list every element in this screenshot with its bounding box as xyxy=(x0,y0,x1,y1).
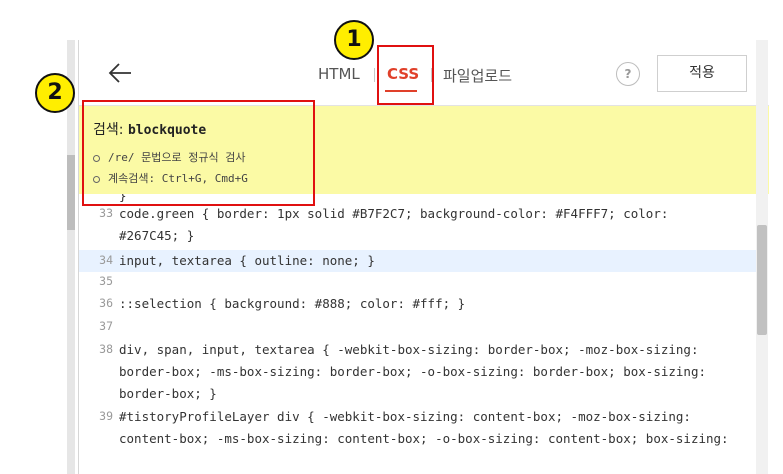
code-editor[interactable]: } 33 code.green { border: 1px solid #B7F… xyxy=(79,194,757,474)
help-icon[interactable]: ? xyxy=(616,62,640,86)
code-text: input, textarea { outline: none; } xyxy=(119,253,375,268)
tab-file-upload[interactable]: 파일업로드 xyxy=(443,65,512,86)
code-text: ::selection { background: #888; color: #… xyxy=(119,296,466,311)
line-number: 34 xyxy=(99,253,113,267)
line-number: 38 xyxy=(99,342,113,356)
back-arrow-icon[interactable] xyxy=(107,60,133,86)
code-line[interactable]: 36 ::selection { background: #888; color… xyxy=(79,296,757,318)
outer-scrollbar-thumb[interactable] xyxy=(67,155,75,230)
code-text: div, span, input, textarea { -webkit-box… xyxy=(119,342,699,357)
tab-html[interactable]: HTML xyxy=(318,65,360,83)
annotation-badge-1: 1 xyxy=(334,20,374,60)
code-line[interactable]: 39 #tistoryProfileLayer div { -webkit-bo… xyxy=(79,409,757,431)
code-line-active[interactable]: 34 input, textarea { outline: none; } xyxy=(79,250,757,272)
code-text: border-box; -ms-box-sizing: border-box; … xyxy=(119,364,706,379)
code-line[interactable]: 37 xyxy=(79,319,757,341)
code-line[interactable]: 38 div, span, input, textarea { -webkit-… xyxy=(79,342,757,364)
code-line[interactable]: 33 code.green { border: 1px solid #B7F2C… xyxy=(79,206,757,228)
left-gutter xyxy=(0,0,67,474)
tab-divider xyxy=(374,68,375,82)
code-text: code.green { border: 1px solid #B7F2C7; … xyxy=(119,206,669,221)
code-text: content-box; -ms-box-sizing: content-box… xyxy=(119,431,729,446)
line-number: 35 xyxy=(99,274,113,288)
code-text: border-box; } xyxy=(119,386,217,401)
code-line[interactable]: #267C45; } xyxy=(79,228,757,250)
code-text: #tistoryProfileLayer div { -webkit-box-s… xyxy=(119,409,691,424)
annotation-badge-2: 2 xyxy=(35,73,75,113)
line-number: 37 xyxy=(99,319,113,333)
code-line[interactable]: border-box; } xyxy=(79,386,757,408)
code-line[interactable]: border-box; -ms-box-sizing: border-box; … xyxy=(79,364,757,386)
code-line[interactable]: 35 xyxy=(79,274,757,296)
code-text: #267C45; } xyxy=(119,228,195,243)
line-number: 36 xyxy=(99,296,113,310)
search-highlight xyxy=(82,100,315,206)
css-tab-highlight xyxy=(377,45,434,105)
line-number: 33 xyxy=(99,206,113,220)
line-number: 39 xyxy=(99,409,113,423)
code-line[interactable]: content-box; -ms-box-sizing: content-box… xyxy=(79,431,757,453)
apply-button[interactable]: 적용 xyxy=(657,55,747,92)
editor-scrollbar-thumb[interactable] xyxy=(757,225,767,335)
